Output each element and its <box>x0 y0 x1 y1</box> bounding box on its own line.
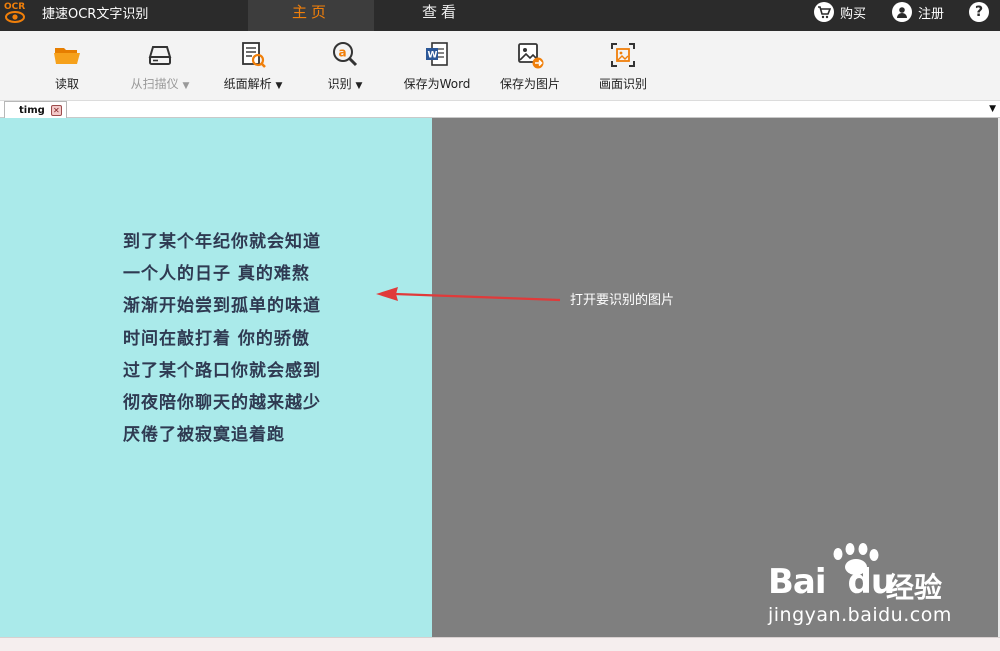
buy-button[interactable]: 购买 <box>814 0 866 24</box>
recognize-label: 识别 <box>327 77 352 91</box>
page-analysis-button[interactable]: 纸面解析 ▼ <box>208 39 298 92</box>
cart-icon <box>814 2 834 22</box>
screen-capture-label: 画面识别 <box>598 77 647 91</box>
title-bar: OCR 捷速OCR文字识别 主页 查看 购买 注册 ? <box>0 0 1000 31</box>
screen-capture-button[interactable]: 画面识别 <box>578 39 668 92</box>
ocr-logo: OCR <box>3 0 29 31</box>
page-analysis-dropdown-icon: ▼ <box>275 81 283 91</box>
document-tab-timg[interactable]: timg ✕ <box>4 101 67 118</box>
save-image-icon <box>514 39 546 71</box>
watermark-brand-cn: 经验 <box>886 571 943 604</box>
register-label: 注册 <box>918 6 945 22</box>
svg-text:OCR: OCR <box>4 2 25 12</box>
image-text-block: 到了某个年纪你就会知道 一个人的日子 真的难熬 渐渐开始尝到孤单的味道 时间在敲… <box>123 226 321 451</box>
image-text-line: 到了某个年纪你就会知道 <box>123 232 321 252</box>
app-title: 捷速OCR文字识别 <box>42 7 149 22</box>
recognize-button[interactable]: a 识别 ▼ <box>300 39 390 92</box>
tab-list-dropdown-icon[interactable]: ▼ <box>989 104 996 114</box>
scanner-icon <box>144 39 176 71</box>
tab-home[interactable]: 主页 <box>248 0 374 31</box>
tab-view[interactable]: 查看 <box>378 0 504 31</box>
watermark-brand: Bai du <box>768 562 895 602</box>
scanner-dropdown-icon: ▼ <box>182 81 190 91</box>
image-text-line: 渐渐开始尝到孤单的味道 <box>123 296 321 317</box>
scanner-label: 从扫描仪 <box>130 77 179 91</box>
image-text-line: 厌倦了被寂寞追着跑 <box>123 425 285 446</box>
screen-capture-icon <box>607 39 639 71</box>
buy-label: 购买 <box>840 6 867 22</box>
read-label: 读取 <box>54 77 79 91</box>
ribbon-toolbar: 读取 从扫描仪 ▼ 纸面解析 ▼ a 识别 ▼ W 保存为Word 保存为图片 <box>0 31 1000 101</box>
help-button[interactable]: ? <box>969 0 989 24</box>
save-word-button[interactable]: W 保存为Word <box>392 39 482 92</box>
save-image-label: 保存为图片 <box>499 77 560 91</box>
svg-text:a: a <box>339 46 347 60</box>
recognize-icon: a <box>329 39 361 71</box>
help-icon: ? <box>969 2 989 22</box>
save-word-label: 保存为Word <box>403 77 471 91</box>
save-image-button[interactable]: 保存为图片 <box>485 39 575 92</box>
close-icon[interactable]: ✕ <box>50 104 62 116</box>
page-search-icon <box>237 39 269 71</box>
image-text-line: 时间在敲打着 你的骄傲 <box>123 328 310 349</box>
user-icon <box>892 2 912 22</box>
page-analysis-label: 纸面解析 <box>223 77 272 91</box>
folder-open-icon <box>51 39 83 71</box>
document-tab-strip: timg ✕ ▼ <box>0 101 1000 118</box>
image-text-line: 一个人的日子 真的难熬 <box>123 264 310 285</box>
recognize-dropdown-icon: ▼ <box>355 81 363 91</box>
annotation-text: 打开要识别的图片 <box>570 293 675 308</box>
scanner-button[interactable]: 从扫描仪 ▼ <box>115 39 205 92</box>
read-button[interactable]: 读取 <box>22 39 112 92</box>
watermark-url: jingyan.baidu.com <box>768 604 952 626</box>
register-button[interactable]: 注册 <box>892 0 944 24</box>
word-icon: W <box>421 39 453 71</box>
image-text-line: 过了某个路口你就会感到 <box>123 360 321 381</box>
document-tab-label: timg <box>19 104 45 116</box>
image-text-line: 彻夜陪你聊天的越来越少 <box>123 393 321 414</box>
status-bar <box>0 637 1000 651</box>
svg-text:W: W <box>428 51 438 61</box>
